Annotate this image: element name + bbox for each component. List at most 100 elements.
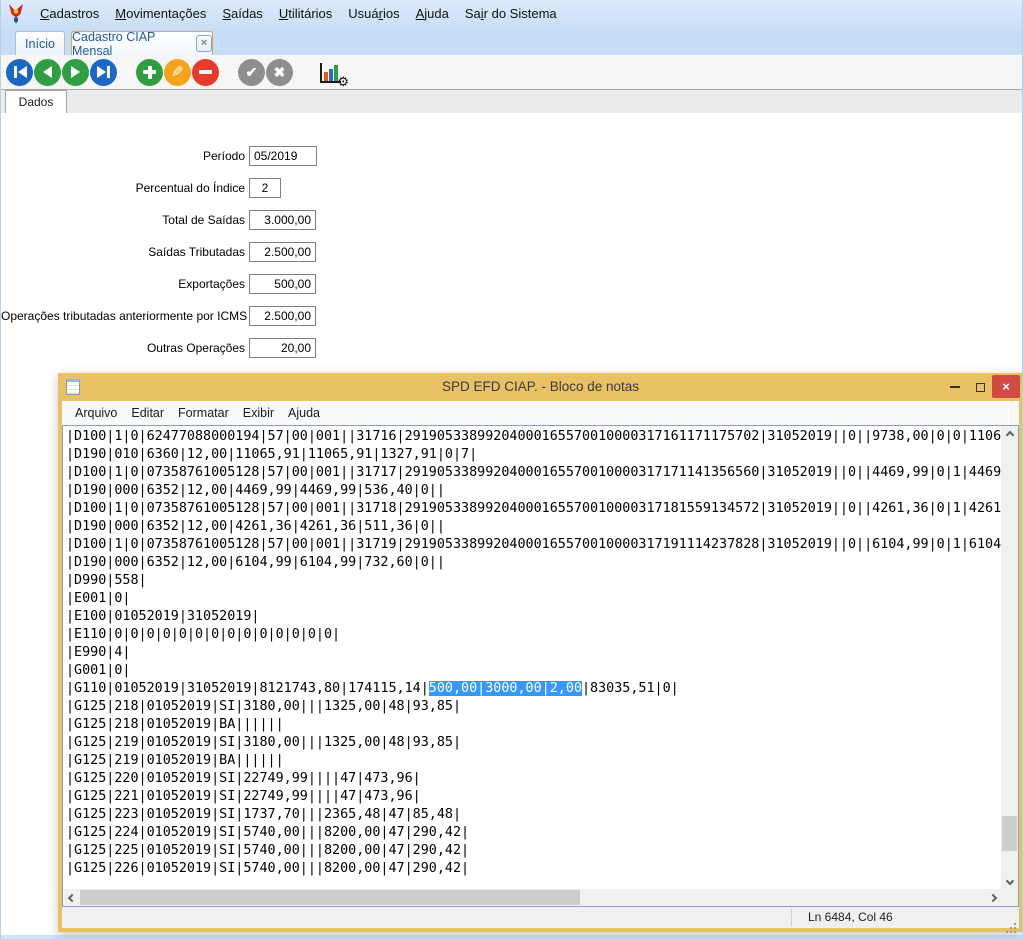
ciap-form: Período05/2019 Percentual do Índice2 Total… (1, 146, 341, 370)
scroll-down-icon[interactable] (1001, 872, 1018, 889)
outras-operacoes-label: Outras Operações (1, 341, 249, 355)
text-line: |G125|223|01052019|SI|1737,70|||2365,48|… (66, 806, 1001, 824)
text-line: |D990|558| (66, 572, 1001, 590)
next-record-button[interactable] (62, 59, 89, 86)
notepad-title: SPD EFD CIAP. - Bloco de notas (58, 373, 1023, 401)
app-window: CadastrosMovimentaçõesSaídasUtilitáriosU… (0, 0, 1023, 939)
text-line: |G125|225|01052019|SI|5740,00|||8200,00|… (66, 842, 1001, 860)
app-tabstrip: Início Cadastro CIAP Mensal × (1, 28, 1022, 55)
menu-sair-do-sistema[interactable]: Sair do Sistema (457, 0, 565, 28)
tab-dados[interactable]: Dados (5, 90, 67, 113)
add-record-button[interactable] (136, 59, 163, 86)
cancel-button[interactable]: ✖ (266, 59, 293, 86)
notepad-menu-arquivo[interactable]: Arquivo (68, 401, 124, 425)
last-record-button[interactable] (90, 59, 117, 86)
operacoes-icms-st-field[interactable]: 2.500,00 (249, 306, 316, 326)
close-button[interactable]: × (992, 375, 1020, 398)
delete-record-button[interactable] (192, 59, 219, 86)
form-row-periodo: Período05/2019 (1, 146, 341, 166)
menu-movimentacoes[interactable]: Movimentações (107, 0, 214, 28)
text-line: |D190|000|6352|12,00|4261,36|4261,36|511… (66, 518, 1001, 536)
form-row-exportacoes: Exportações500,00 (1, 274, 341, 294)
total-de-saidas-field[interactable]: 3.000,00 (249, 210, 316, 230)
saidas-tributadas-label: Saídas Tributadas (1, 245, 249, 259)
exportacoes-label: Exportações (1, 277, 249, 291)
tab-inicio-label: Início (25, 37, 55, 51)
text-line: |D100|1|0|07358761005128|57|00|001||3171… (66, 536, 1001, 554)
tab-dados-label: Dados (19, 95, 54, 109)
menu-utilitarios[interactable]: Utilitários (271, 0, 340, 28)
toolbar: ✎ ✔✖ ⚙ (1, 55, 1022, 90)
menu-usuarios[interactable]: Usuários (340, 0, 407, 28)
text-editor[interactable]: |D100|1|0|62477088000194|57|00|001||3171… (63, 426, 1001, 889)
text-line: |G125|219|01052019|BA|||||| (66, 752, 1001, 770)
menu-cadastros[interactable]: Cadastros (32, 0, 107, 28)
text-line: |G110|01052019|31052019|8121743,80|17411… (66, 680, 1001, 698)
text-line: |G125|218|01052019|BA|||||| (66, 716, 1001, 734)
form-row-outras-operacoes: Outras Operações20,00 (1, 338, 341, 358)
previous-record-button[interactable] (34, 59, 61, 86)
text-line: |E990|4| (66, 644, 1001, 662)
form-row-percentual-do-indice: Percentual do Índice2 (1, 178, 341, 198)
vertical-scrollbar[interactable] (1001, 426, 1018, 889)
scroll-left-icon[interactable] (63, 889, 80, 906)
tab-inicio[interactable]: Início (15, 31, 65, 55)
menu-saidas[interactable]: Saídas (214, 0, 270, 28)
text-line: |G125|219|01052019|SI|3180,00|||1325,00|… (66, 734, 1001, 752)
scroll-up-icon[interactable] (1001, 426, 1018, 443)
confirm-button[interactable]: ✔ (238, 59, 265, 86)
text-line: |G001|0| (66, 662, 1001, 680)
text-line: |D190|000|6352|12,00|4469,99|4469,99|536… (66, 482, 1001, 500)
notepad-menu-ajuda[interactable]: Ajuda (281, 401, 327, 425)
notepad-client: |D100|1|0|62477088000194|57|00|001||3171… (62, 425, 1019, 907)
notepad-statusbar: Ln 6484, Col 46 (62, 907, 1019, 928)
exportacoes-field[interactable]: 500,00 (249, 274, 316, 294)
scrollbar-corner (1001, 889, 1018, 906)
saidas-tributadas-field[interactable]: 2.500,00 (249, 242, 316, 262)
text-line: |G125|226|01052019|SI|5740,00|||8200,00|… (66, 860, 1001, 878)
operacoes-icms-st-label: Operações tributadas anteriormente por I… (1, 309, 249, 323)
notepad-menubar: ArquivoEditarFormatarExibirAjuda (62, 401, 1019, 425)
text-line: |D100|1|0|07358761005128|57|00|001||3171… (66, 500, 1001, 518)
text-line: |G125|224|01052019|SI|5740,00|||8200,00|… (66, 824, 1001, 842)
scroll-right-icon[interactable] (984, 889, 1001, 906)
notepad-menu-formatar[interactable]: Formatar (171, 401, 236, 425)
text-line: |D100|1|0|07358761005128|57|00|001||3171… (66, 464, 1001, 482)
vertical-scroll-thumb[interactable] (1002, 816, 1017, 851)
menu-ajuda[interactable]: Ajuda (408, 0, 457, 28)
app-menubar: CadastrosMovimentaçõesSaídasUtilitáriosU… (1, 0, 1022, 28)
text-line: |G125|220|01052019|SI|22749,99||||47|473… (66, 770, 1001, 788)
notepad-menu-editar[interactable]: Editar (124, 401, 171, 425)
text-line: |E110|0|0|0|0|0|0|0|0|0|0|0|0|0|0| (66, 626, 1001, 644)
text-line: |E100|01052019|31052019| (66, 608, 1001, 626)
text-line: |D190|000|6352|12,00|6104,99|6104,99|732… (66, 554, 1001, 572)
percentual-do-indice-field[interactable]: 2 (249, 178, 281, 198)
text-line: |D190|010|6360|12,00|11065,91|11065,91|1… (66, 446, 1001, 464)
horizontal-scrollbar[interactable] (63, 889, 1001, 906)
text-line: |D100|1|0|62477088000194|57|00|001||3171… (66, 428, 1001, 446)
app-logo-icon (8, 4, 24, 24)
periodo-field[interactable]: 05/2019 (249, 146, 317, 166)
maximize-button[interactable] (968, 373, 992, 401)
edit-record-button[interactable]: ✎ (164, 59, 191, 86)
selected-text: 500,00|3000,00|2,00 (429, 681, 582, 696)
horizontal-scroll-thumb[interactable] (80, 890, 580, 905)
app-bottom-edge (1, 935, 1022, 939)
resize-grip[interactable] (1014, 923, 1016, 925)
notepad-menu-exibir[interactable]: Exibir (236, 401, 281, 425)
form-row-total-de-saidas: Total de Saídas3.000,00 (1, 210, 341, 230)
app-menubar-items: CadastrosMovimentaçõesSaídasUtilitáriosU… (32, 0, 565, 28)
report-chart-button[interactable]: ⚙ (315, 57, 347, 87)
notepad-window: SPD EFD CIAP. - Bloco de notas × Arquivo… (58, 373, 1023, 932)
form-row-operacoes-icms-st: Operações tributadas anteriormente por I… (1, 306, 341, 326)
first-record-button[interactable] (6, 59, 33, 86)
total-de-saidas-label: Total de Saídas (1, 213, 249, 227)
outras-operacoes-field[interactable]: 20,00 (249, 338, 316, 358)
tab-close-icon[interactable]: × (196, 35, 212, 52)
notepad-titlebar[interactable]: SPD EFD CIAP. - Bloco de notas × (58, 373, 1023, 401)
panel-tabstrip: Dados (1, 90, 1022, 113)
minimize-button[interactable] (943, 373, 967, 401)
form-row-saidas-tributadas: Saídas Tributadas2.500,00 (1, 242, 341, 262)
tab-cadastro-ciap-mensal[interactable]: Cadastro CIAP Mensal × (71, 31, 213, 55)
tab-cadastro-label: Cadastro CIAP Mensal (72, 30, 189, 58)
